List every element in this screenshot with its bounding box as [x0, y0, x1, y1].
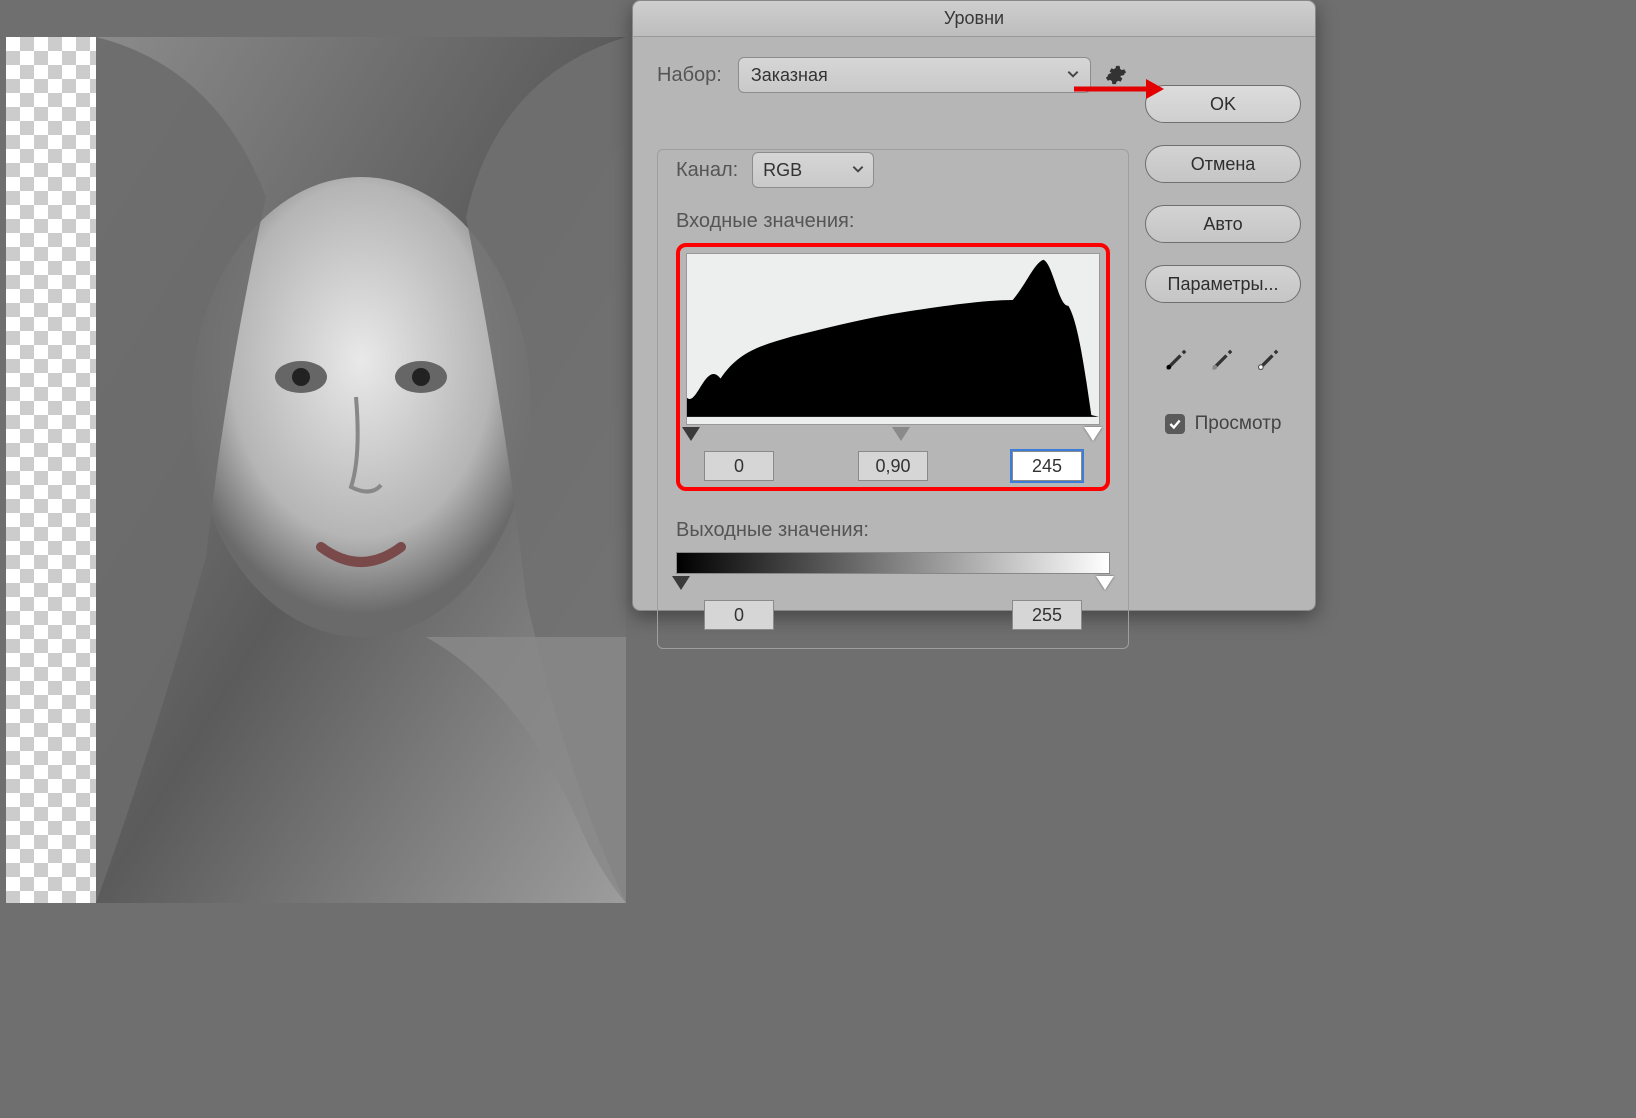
ok-label: OK	[1210, 94, 1236, 115]
chevron-down-icon	[1066, 65, 1080, 86]
preset-value: Заказная	[751, 65, 828, 86]
transparency-background	[6, 37, 626, 903]
input-gamma-field[interactable]	[858, 451, 928, 481]
cancel-label: Отмена	[1191, 154, 1256, 175]
chevron-down-icon	[851, 160, 865, 181]
auto-label: Авто	[1203, 214, 1242, 235]
options-button[interactable]: Параметры...	[1145, 265, 1301, 303]
preset-label: Набор:	[657, 64, 722, 87]
input-levels-label: Входные значения:	[676, 210, 854, 232]
preview-checkbox[interactable]	[1165, 414, 1185, 434]
cancel-button[interactable]: Отмена	[1145, 145, 1301, 183]
input-slider-track[interactable]	[686, 427, 1100, 443]
input-white-field[interactable]	[1012, 451, 1082, 481]
input-black-field[interactable]	[704, 451, 774, 481]
midtone-slider-icon[interactable]	[892, 427, 910, 441]
preset-select[interactable]: Заказная	[738, 57, 1091, 93]
eyedropper-gray-icon[interactable]	[1209, 345, 1237, 373]
input-levels-highlight	[676, 243, 1110, 491]
levels-dialog: Уровни Набор: Заказная Канал: RGB	[632, 0, 1316, 611]
preview-label: Просмотр	[1195, 413, 1282, 435]
shadow-slider-icon[interactable]	[682, 427, 700, 441]
channel-value: RGB	[763, 160, 802, 181]
ok-button[interactable]: OK	[1145, 85, 1301, 123]
histogram[interactable]	[686, 253, 1100, 425]
output-black-field[interactable]	[704, 600, 774, 630]
highlight-slider-icon[interactable]	[1084, 427, 1102, 441]
output-slider-track[interactable]	[676, 576, 1110, 592]
channel-select[interactable]: RGB	[752, 152, 874, 188]
options-label: Параметры...	[1168, 274, 1279, 295]
output-white-slider-icon[interactable]	[1096, 576, 1114, 590]
dialog-title: Уровни	[633, 1, 1315, 37]
dialog-title-text: Уровни	[944, 8, 1004, 29]
auto-button[interactable]: Авто	[1145, 205, 1301, 243]
gear-icon[interactable]	[1105, 64, 1127, 86]
eyedropper-black-icon[interactable]	[1163, 345, 1191, 373]
output-white-field[interactable]	[1012, 600, 1082, 630]
image-layer	[96, 37, 626, 903]
canvas-area	[6, 37, 626, 903]
output-levels-label: Выходные значения:	[676, 519, 869, 541]
channel-label: Канал:	[676, 159, 738, 182]
eyedropper-white-icon[interactable]	[1255, 345, 1283, 373]
output-black-slider-icon[interactable]	[672, 576, 690, 590]
output-gradient[interactable]	[676, 552, 1110, 574]
